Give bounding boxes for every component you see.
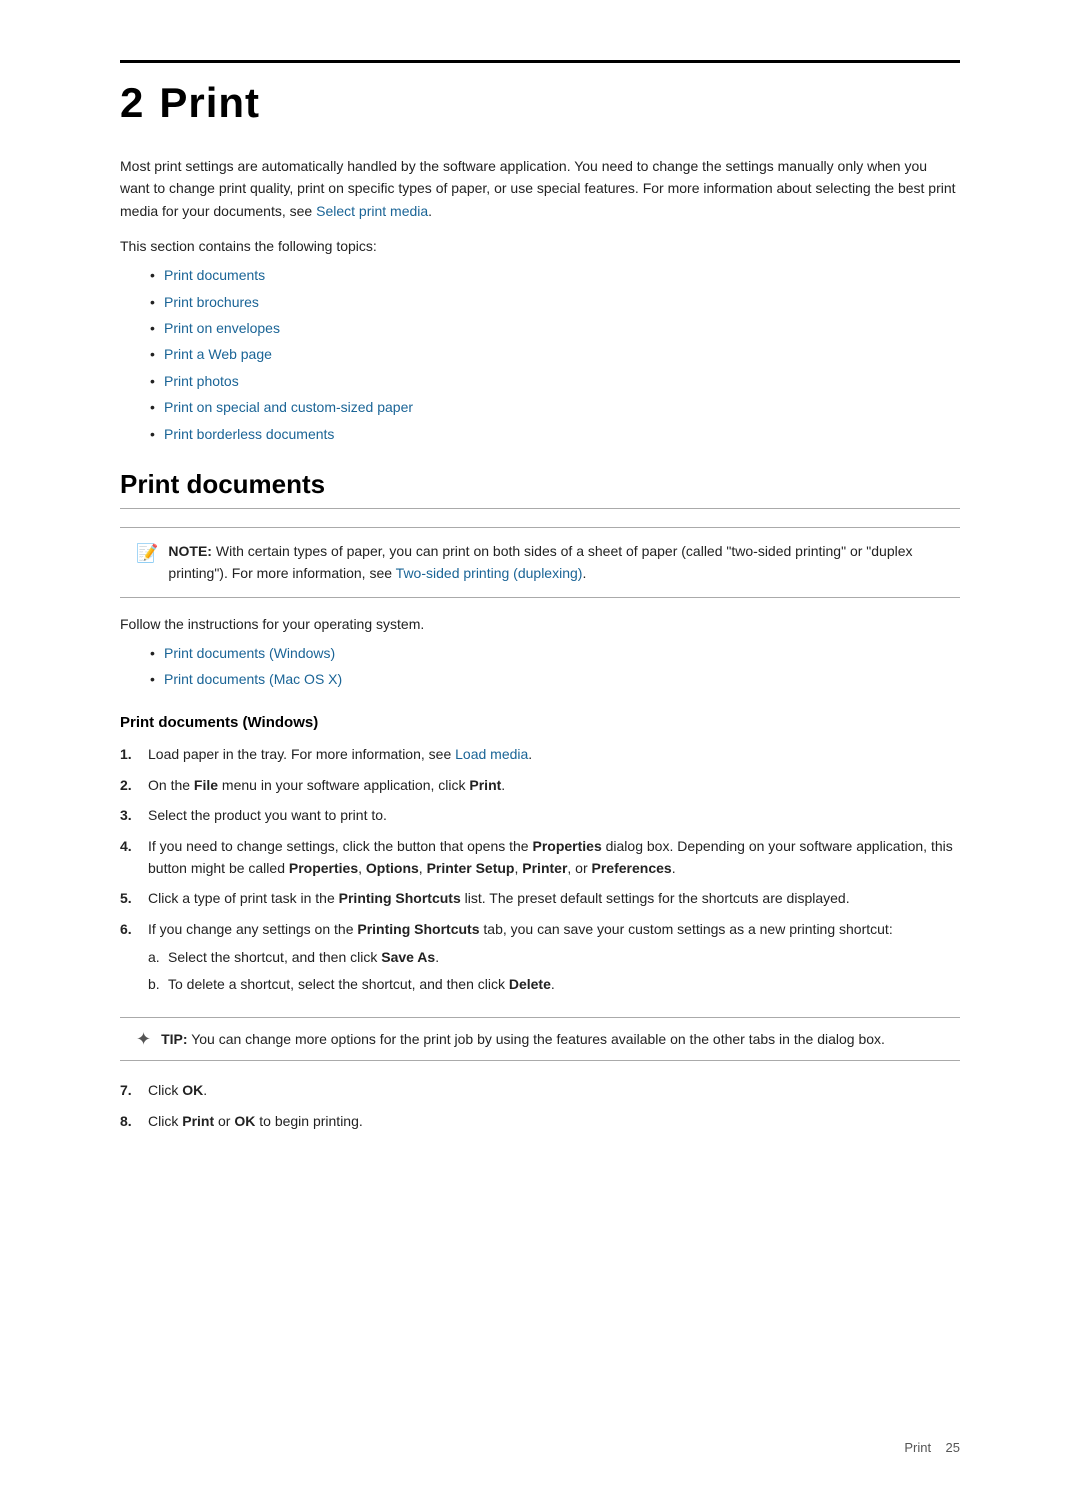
chapter-title: Print xyxy=(159,79,260,126)
list-item: Print borderless documents xyxy=(150,423,960,445)
final-steps-list: 7. Click OK. 8. Click Print or OK to beg… xyxy=(120,1079,960,1132)
topic-link-5[interactable]: Print photos xyxy=(164,373,239,389)
step-content-7: Click OK. xyxy=(148,1079,960,1101)
step4-bold6: Preferences xyxy=(592,860,672,876)
load-media-link[interactable]: Load media xyxy=(455,746,528,762)
subsection-title-windows: Print documents (Windows) xyxy=(120,714,960,731)
step4-bold4: Printer Setup xyxy=(427,860,515,876)
note-icon: 📝 xyxy=(136,541,158,566)
intro-suffix: . xyxy=(428,203,432,219)
topics-list: Print documents Print brochures Print on… xyxy=(150,264,960,445)
step4-bold3: Options xyxy=(366,860,419,876)
tip-body: You can change more options for the prin… xyxy=(191,1031,885,1047)
topic-link-1[interactable]: Print documents xyxy=(164,267,265,283)
windows-steps-list: 1. Load paper in the tray. For more info… xyxy=(120,743,960,999)
sub-step-a: a. Select the shortcut, and then click S… xyxy=(148,946,960,968)
list-item: Print documents xyxy=(150,264,960,286)
step-num-4: 4. xyxy=(120,835,148,857)
step4-bold5: Printer xyxy=(522,860,567,876)
step-content-3: Select the product you want to print to. xyxy=(148,804,960,826)
step8-bold2: OK xyxy=(234,1113,255,1129)
step-4: 4. If you need to change settings, click… xyxy=(120,835,960,880)
intro-text-before: Most print settings are automatically ha… xyxy=(120,158,956,219)
list-item: Print photos xyxy=(150,370,960,392)
step-content-2: On the File menu in your software applic… xyxy=(148,774,960,796)
list-item: Print documents (Windows) xyxy=(150,642,960,664)
list-item: Print brochures xyxy=(150,291,960,313)
step-num-2: 2. xyxy=(120,774,148,796)
alpha-label-a: a. xyxy=(148,946,168,968)
step-content-8: Click Print or OK to begin printing. xyxy=(148,1110,960,1132)
step-num-1: 1. xyxy=(120,743,148,765)
alpha-label-b: b. xyxy=(148,973,168,995)
list-item: Print on special and custom-sized paper xyxy=(150,396,960,418)
step5-bold1: Printing Shortcuts xyxy=(339,890,461,906)
intro-paragraph: Most print settings are automatically ha… xyxy=(120,155,960,222)
tip-label: TIP: xyxy=(161,1031,187,1047)
os-links-list: Print documents (Windows) Print document… xyxy=(150,642,960,691)
note-text: NOTE: With certain types of paper, you c… xyxy=(168,540,944,585)
step-content-5: Click a type of print task in the Printi… xyxy=(148,887,960,909)
list-item: Print documents (Mac OS X) xyxy=(150,668,960,690)
note-label: NOTE: xyxy=(168,543,212,559)
topic-link-7[interactable]: Print borderless documents xyxy=(164,426,334,442)
step-num-5: 5. xyxy=(120,887,148,909)
step-content-4: If you need to change settings, click th… xyxy=(148,835,960,880)
list-item: Print a Web page xyxy=(150,343,960,365)
page-footer: Print 25 xyxy=(120,1440,960,1455)
step1-text-before: Load paper in the tray. For more informa… xyxy=(148,746,455,762)
page: 2 Print Most print settings are automatic… xyxy=(0,0,1080,1495)
sub-step-a-content: Select the shortcut, and then click Save… xyxy=(168,946,439,968)
step7-bold: OK xyxy=(182,1082,203,1098)
step4-bold1: Properties xyxy=(532,838,601,854)
follow-text: Follow the instructions for your operati… xyxy=(120,616,960,632)
note-box: 📝 NOTE: With certain types of paper, you… xyxy=(120,527,960,598)
step-3: 3. Select the product you want to print … xyxy=(120,804,960,826)
sub-step-b: b. To delete a shortcut, select the shor… xyxy=(148,973,960,995)
step-content-1: Load paper in the tray. For more informa… xyxy=(148,743,960,765)
step-8: 8. Click Print or OK to begin printing. xyxy=(120,1110,960,1132)
sub-a-bold: Save As xyxy=(381,949,435,965)
topic-link-6[interactable]: Print on special and custom-sized paper xyxy=(164,399,413,415)
note-link-suffix: . xyxy=(582,565,586,581)
step6-bold1: Printing Shortcuts xyxy=(357,921,479,937)
os-link-windows[interactable]: Print documents (Windows) xyxy=(164,645,335,661)
sub-b-bold: Delete xyxy=(509,976,551,992)
sub-step-b-content: To delete a shortcut, select the shortcu… xyxy=(168,973,555,995)
topics-intro: This section contains the following topi… xyxy=(120,238,960,254)
two-sided-link[interactable]: Two-sided printing (duplexing) xyxy=(396,565,583,581)
step-7: 7. Click OK. xyxy=(120,1079,960,1101)
step-2: 2. On the File menu in your software app… xyxy=(120,774,960,796)
section-title-print-documents: Print documents xyxy=(120,469,960,509)
step1-suffix: . xyxy=(528,746,532,762)
step-content-6: If you change any settings on the Printi… xyxy=(148,918,960,999)
step8-bold1: Print xyxy=(182,1113,214,1129)
topic-link-3[interactable]: Print on envelopes xyxy=(164,320,280,336)
chapter-number: 2 xyxy=(120,79,143,126)
step-6: 6. If you change any settings on the Pri… xyxy=(120,918,960,999)
windows-subsection: Print documents (Windows) 1. Load paper … xyxy=(120,714,960,1132)
step-num-7: 7. xyxy=(120,1079,148,1101)
step-num-3: 3. xyxy=(120,804,148,826)
chapter-header: 2 Print xyxy=(120,60,960,127)
topic-link-4[interactable]: Print a Web page xyxy=(164,346,272,362)
select-print-media-link[interactable]: Select print media xyxy=(316,203,428,219)
topic-link-2[interactable]: Print brochures xyxy=(164,294,259,310)
tip-text: TIP: You can change more options for the… xyxy=(161,1028,885,1050)
step2-bold2: Print xyxy=(469,777,501,793)
step2-bold1: File xyxy=(194,777,218,793)
tip-icon: ✦ xyxy=(136,1029,151,1050)
step-1: 1. Load paper in the tray. For more info… xyxy=(120,743,960,765)
list-item: Print on envelopes xyxy=(150,317,960,339)
step4-bold2: Properties xyxy=(289,860,358,876)
footer-text: Print 25 xyxy=(904,1440,960,1455)
step-num-6: 6. xyxy=(120,918,148,940)
os-link-mac[interactable]: Print documents (Mac OS X) xyxy=(164,671,342,687)
step-num-8: 8. xyxy=(120,1110,148,1132)
step-5: 5. Click a type of print task in the Pri… xyxy=(120,887,960,909)
tip-box: ✦ TIP: You can change more options for t… xyxy=(120,1017,960,1061)
sub-alpha-list: a. Select the shortcut, and then click S… xyxy=(148,946,960,995)
footer-section-label: Print xyxy=(904,1440,931,1455)
footer-page-number: 25 xyxy=(946,1440,960,1455)
